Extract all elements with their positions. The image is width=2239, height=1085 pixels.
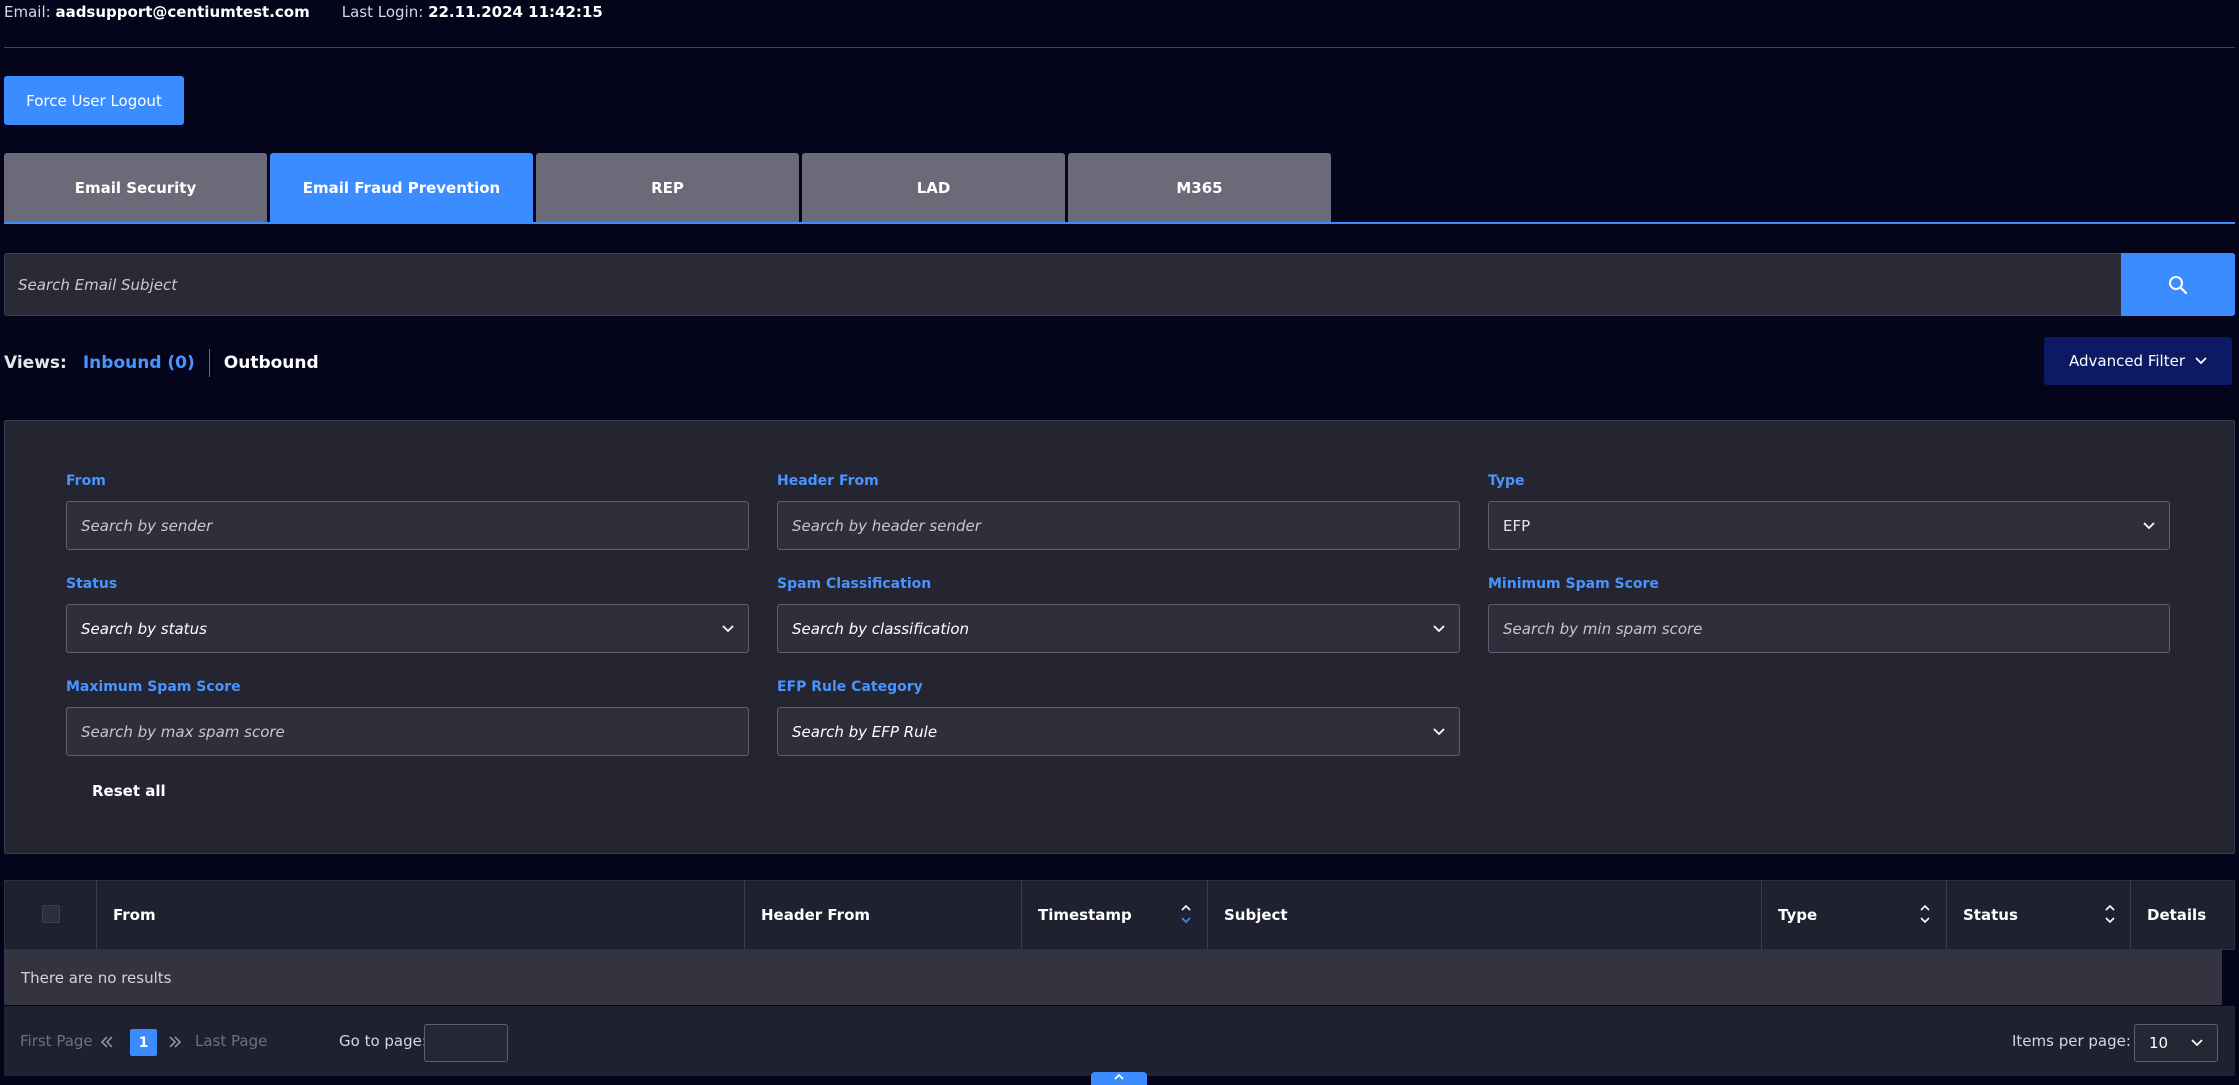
type-label: Type xyxy=(1488,473,1525,489)
tab-rep[interactable]: REP xyxy=(536,153,799,223)
chevron-down-icon xyxy=(722,624,734,632)
items-per-page-select[interactable]: 10 xyxy=(2134,1024,2218,1062)
max-spam-score-field[interactable]: Search by max spam score xyxy=(66,707,749,756)
search-button[interactable] xyxy=(2121,253,2235,316)
views-divider xyxy=(208,349,210,377)
chevron-down-icon xyxy=(2195,357,2207,365)
go-to-page-label: Go to page: xyxy=(339,1032,427,1050)
chevron-down-icon xyxy=(2143,521,2155,529)
last-login-value: 22.11.2024 11:42:15 xyxy=(428,3,603,21)
status-label: Status xyxy=(66,576,118,592)
tab-m365[interactable]: M365 xyxy=(1068,153,1331,223)
header-from-field[interactable]: Search by header sender xyxy=(777,501,1460,550)
email-label: Email: xyxy=(4,3,51,21)
efp-rule-category-label: EFP Rule Category xyxy=(777,679,923,695)
column-header-from[interactable]: Header From xyxy=(745,880,1021,950)
double-chevron-right-icon[interactable] xyxy=(168,1035,182,1049)
view-inbound-link[interactable]: Inbound (0) xyxy=(83,353,195,373)
efp-rule-category-value: Search by EFP Rule xyxy=(792,722,938,741)
column-subject[interactable]: Subject xyxy=(1208,880,1761,950)
header-divider xyxy=(4,47,2235,48)
select-all-checkbox[interactable] xyxy=(42,905,60,923)
from-placeholder: Search by sender xyxy=(81,516,213,535)
account-info: Email: aadsupport@centiumtest.com Last L… xyxy=(4,1,603,23)
tab-lad[interactable]: LAD xyxy=(802,153,1065,223)
last-login-label: Last Login: xyxy=(341,3,424,21)
go-to-page-input[interactable] xyxy=(424,1024,508,1062)
max-spam-score-label: Maximum Spam Score xyxy=(66,679,241,695)
spam-classification-label: Spam Classification xyxy=(777,576,932,592)
advanced-filter-button[interactable]: Advanced Filter xyxy=(2044,337,2232,385)
column-from[interactable]: From xyxy=(97,880,744,950)
status-select[interactable]: Search by status xyxy=(66,604,749,653)
sort-desc-icon[interactable] xyxy=(1180,903,1192,925)
header-from-placeholder: Search by header sender xyxy=(792,516,981,535)
spam-classification-select[interactable]: Search by classification xyxy=(777,604,1460,653)
min-spam-score-label: Minimum Spam Score xyxy=(1488,576,1659,592)
force-user-logout-button[interactable]: Force User Logout xyxy=(4,76,184,125)
spam-classification-value: Search by classification xyxy=(792,619,970,638)
items-per-page-value: 10 xyxy=(2149,1034,2169,1052)
chevron-down-icon xyxy=(1433,727,1445,735)
tab-underline xyxy=(4,222,2235,224)
from-field[interactable]: Search by sender xyxy=(66,501,749,550)
min-spam-score-placeholder: Search by min spam score xyxy=(1503,619,1703,638)
sort-icon[interactable] xyxy=(1919,903,1931,925)
search-subject-input[interactable] xyxy=(4,253,2121,316)
tab-email-security[interactable]: Email Security xyxy=(4,153,267,223)
views-switcher: Views: Inbound (0) Outbound xyxy=(4,348,319,378)
search-icon xyxy=(2169,275,2188,294)
efp-rule-category-select[interactable]: Search by EFP Rule xyxy=(777,707,1460,756)
column-status[interactable]: Status xyxy=(1947,880,2130,950)
chevron-up-icon xyxy=(1114,1073,1124,1080)
chevron-down-icon xyxy=(2191,1039,2203,1047)
max-spam-score-placeholder: Search by max spam score xyxy=(81,722,285,741)
empty-results-message: There are no results xyxy=(4,950,2222,1005)
min-spam-score-field[interactable]: Search by min spam score xyxy=(1488,604,2170,653)
tab-email-fraud-prevention[interactable]: Email Fraud Prevention xyxy=(270,153,533,223)
views-label: Views: xyxy=(4,353,67,373)
status-value: Search by status xyxy=(81,619,207,638)
reset-all-button[interactable]: Reset all xyxy=(92,782,166,800)
type-value: EFP xyxy=(1503,516,1531,535)
email-value: aadsupport@centiumtest.com xyxy=(55,3,310,21)
page-number-current[interactable]: 1 xyxy=(130,1029,157,1056)
view-outbound-link[interactable]: Outbound xyxy=(224,353,319,373)
last-page-link[interactable]: Last Page xyxy=(195,1032,267,1050)
scroll-to-top-button[interactable] xyxy=(1091,1072,1147,1085)
advanced-filter-label: Advanced Filter xyxy=(2068,352,2185,370)
items-per-page-label: Items per page: xyxy=(2012,1032,2131,1050)
column-details: Details xyxy=(2147,906,2207,924)
double-chevron-left-icon[interactable] xyxy=(100,1035,114,1049)
sort-icon[interactable] xyxy=(2104,903,2116,925)
header-from-label: Header From xyxy=(777,473,879,489)
type-select[interactable]: EFP xyxy=(1488,501,2170,550)
first-page-link[interactable]: First Page xyxy=(20,1032,93,1050)
from-label: From xyxy=(66,473,106,489)
chevron-down-icon xyxy=(1433,624,1445,632)
